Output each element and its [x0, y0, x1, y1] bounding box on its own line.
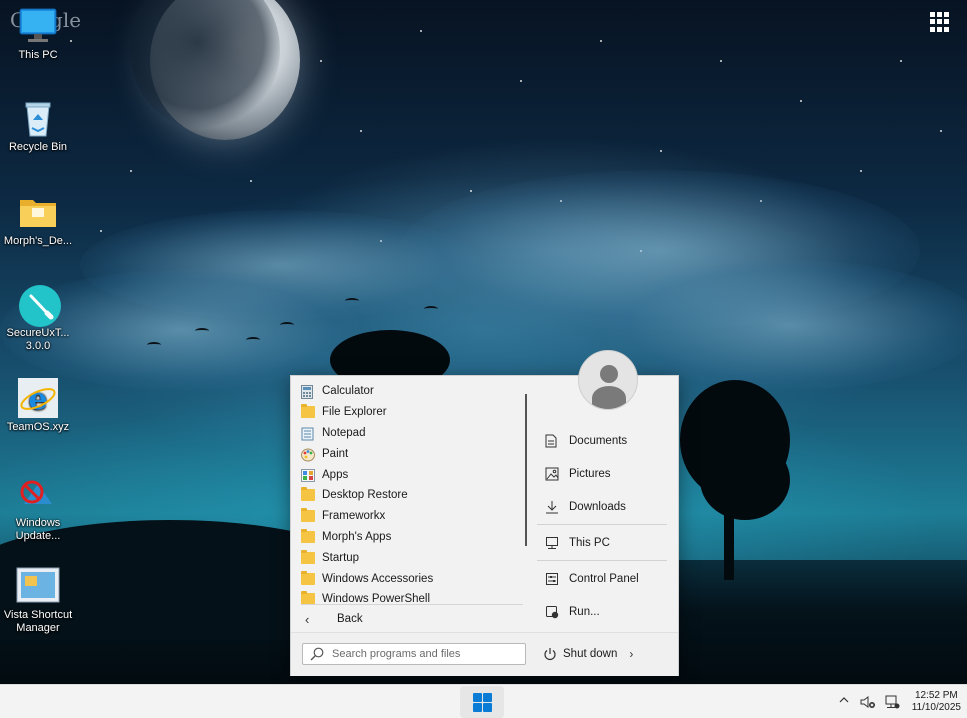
program-item-frameworkx[interactable]: Frameworkx: [291, 506, 527, 527]
search-icon: [310, 647, 324, 661]
program-label: Frameworkx: [322, 510, 386, 523]
desktop-icon-label: TeamOS.xyz: [6, 421, 70, 433]
program-item-morphs-apps[interactable]: Morph's Apps: [291, 527, 527, 548]
program-label: Morph's Apps: [322, 530, 392, 543]
place-downloads[interactable]: Downloads: [537, 490, 667, 523]
notepad-icon: [301, 427, 315, 441]
computer-icon: [545, 536, 559, 550]
search-box[interactable]: [302, 643, 526, 665]
desktop-icon-secureuxtheme[interactable]: SecureUxT... 3.0.0: [0, 284, 76, 353]
document-icon: [545, 434, 559, 448]
start-button[interactable]: [460, 686, 504, 718]
paint-icon: [301, 448, 315, 462]
program-label: Calculator: [322, 385, 374, 398]
program-item-desktop-restore[interactable]: Desktop Restore: [291, 485, 527, 506]
folder-icon: [301, 508, 315, 523]
folder-icon: [301, 549, 315, 564]
desktop-icon-label: SecureUxT... 3.0.0: [6, 327, 70, 352]
apps-icon: [301, 468, 315, 482]
volume-muted-icon[interactable]: [860, 694, 876, 710]
start-menu: Calculator File Explorer Notepad Paint A…: [290, 350, 679, 676]
program-label: Windows Accessories: [322, 572, 434, 585]
program-item-windows-accessories[interactable]: Windows Accessories: [291, 568, 527, 589]
chevron-right-icon[interactable]: ›: [629, 647, 633, 661]
place-label: Run...: [569, 605, 600, 618]
download-icon: [545, 500, 559, 514]
program-item-paint[interactable]: Paint: [291, 443, 527, 464]
place-label: Control Panel: [569, 572, 639, 585]
program-label: Notepad: [322, 426, 366, 439]
desktop-icon-this-pc[interactable]: This PC: [0, 6, 76, 62]
clock-date: 11/10/2025: [911, 702, 961, 713]
divider: [301, 604, 523, 605]
desktop-icon-label: Morph's_De...: [3, 235, 73, 247]
desktop-icon-teamos[interactable]: e TeamOS.xyz: [0, 378, 76, 434]
place-label: This PC: [569, 536, 610, 549]
place-label: Pictures: [569, 467, 611, 480]
desktop-icon-label: Recycle Bin: [8, 141, 68, 153]
programs-scrollbar[interactable]: [525, 394, 527, 546]
chevron-up-icon[interactable]: [836, 694, 852, 710]
back-label: Back: [337, 613, 363, 625]
place-label: Documents: [569, 434, 628, 447]
places-list: Documents Pictures Downloads This PC Con…: [537, 424, 667, 628]
clock-time: 12:52 PM: [914, 690, 958, 701]
desktop-icon-morphs-desktop[interactable]: Morph's_De...: [0, 192, 76, 248]
desktop-icon-label: Windows Update...: [15, 517, 61, 542]
program-label: Paint: [322, 447, 349, 460]
program-item-calculator[interactable]: Calculator: [291, 381, 527, 402]
place-pictures[interactable]: Pictures: [537, 457, 667, 490]
shortcut-manager-icon: [16, 566, 60, 606]
desktop-icon-vista-shortcut-manager[interactable]: Vista Shortcut Manager: [0, 566, 76, 635]
place-label: Downloads: [569, 500, 626, 513]
place-run[interactable]: Run...: [537, 595, 667, 628]
run-icon: [545, 605, 559, 619]
shutdown-label: Shut down: [563, 648, 618, 660]
taskbar: 12:52 PM 11/10/2025: [0, 684, 967, 718]
program-item-startup[interactable]: Startup: [291, 547, 527, 568]
system-tray: 12:52 PM 11/10/2025: [836, 685, 961, 718]
folder-icon: [301, 570, 315, 585]
desktop-icon-recycle-bin[interactable]: Recycle Bin: [0, 98, 76, 154]
power-icon: [543, 647, 557, 661]
program-item-file-explorer[interactable]: File Explorer: [291, 402, 527, 423]
program-label: Apps: [322, 468, 349, 481]
folder-icon: [301, 487, 315, 502]
place-this-pc[interactable]: This PC: [537, 526, 667, 559]
place-documents[interactable]: Documents: [537, 424, 667, 457]
internet-explorer-icon: e: [18, 378, 58, 418]
desktop-icon-label: Vista Shortcut Manager: [3, 609, 73, 634]
folder-icon: [301, 528, 315, 543]
calculator-icon: [301, 385, 315, 400]
file-explorer-icon: [301, 404, 315, 419]
start-menu-footer: Shut down ›: [291, 632, 678, 676]
monitor-icon: [18, 6, 58, 46]
recycle-bin-icon: [18, 98, 58, 138]
divider: [537, 560, 667, 561]
picture-icon: [545, 467, 559, 481]
divider: [537, 524, 667, 525]
desktop-icon-windows-update[interactable]: Windows Update...: [0, 474, 76, 543]
app-grid-icon[interactable]: [930, 12, 950, 32]
search-input[interactable]: [332, 648, 512, 660]
program-label: Desktop Restore: [322, 489, 408, 502]
shutdown-button[interactable]: Shut down ›: [543, 643, 633, 665]
place-control-panel[interactable]: Control Panel: [537, 562, 667, 595]
chevron-left-icon: ‹: [305, 611, 310, 627]
program-label: Startup: [322, 551, 360, 564]
windows-update-disabled-icon: [18, 474, 58, 514]
svg-text:e: e: [28, 382, 47, 417]
network-icon[interactable]: [884, 694, 900, 710]
program-item-notepad[interactable]: Notepad: [291, 423, 527, 444]
back-button[interactable]: ‹ Back: [301, 609, 363, 629]
programs-list: Calculator File Explorer Notepad Paint A…: [291, 381, 527, 607]
desktop-icon-label: This PC: [18, 49, 58, 61]
program-label: File Explorer: [322, 406, 387, 419]
brush-circle-icon: [18, 284, 61, 327]
taskbar-clock[interactable]: 12:52 PM 11/10/2025: [912, 690, 961, 714]
user-avatar[interactable]: [578, 350, 638, 410]
control-panel-icon: [545, 572, 559, 586]
program-item-apps[interactable]: Apps: [291, 464, 527, 485]
folder-icon: [18, 192, 58, 232]
